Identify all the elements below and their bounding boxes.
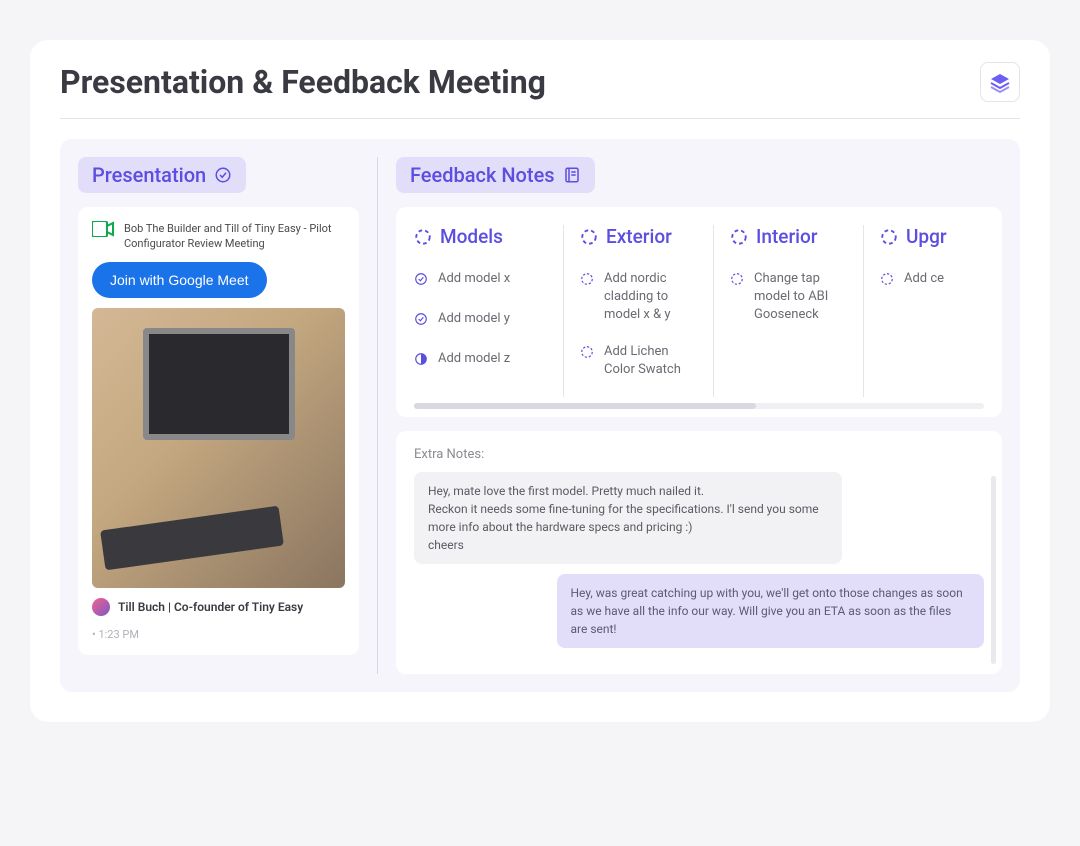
presentation-pill: Presentation [78, 157, 246, 193]
kanban-column: Interior Change tap model to ABI Goosenec… [714, 225, 864, 397]
stack-icon [988, 70, 1012, 94]
header: Presentation & Feedback Meeting [60, 62, 1020, 119]
column-header: Interior [730, 225, 847, 248]
pill-label: Feedback Notes [410, 163, 555, 187]
author-name: Till Buch | Co-founder of Tiny Easy [118, 600, 303, 614]
dashed-circle-icon [880, 270, 894, 292]
check-circle-icon [414, 270, 428, 292]
dashed-circle-icon [730, 270, 744, 292]
kanban-board: Models Add model x Add model y Add model z E… [396, 207, 1002, 417]
pill-label: Presentation [92, 163, 206, 187]
column-title: Exterior [606, 225, 672, 248]
app-icon-button[interactable] [980, 62, 1020, 102]
author-row: Till Buch | Co-founder of Tiny Easy [92, 598, 345, 616]
half-circle-icon [414, 350, 428, 372]
task-text: Add model x [438, 270, 510, 288]
task-text: Add Lichen Color Swatch [604, 343, 697, 379]
kanban-column: Exterior Add nordic cladding to model x &… [564, 225, 714, 397]
notes-icon [563, 166, 581, 184]
message-incoming: Hey, mate love the first model. Pretty m… [414, 472, 842, 564]
task-text: Add nordic cladding to model x & y [604, 270, 697, 325]
dashed-circle-icon [414, 228, 432, 246]
avatar [92, 598, 110, 616]
task-item[interactable]: Add ce [880, 270, 998, 292]
column-title: Interior [756, 225, 818, 248]
meeting-card: Bob The Builder and Till of Tiny Easy - … [78, 207, 359, 655]
task-item[interactable]: Add nordic cladding to model x & y [580, 270, 697, 325]
main-panel: Presentation Bob The Builder and Till of… [60, 139, 1020, 692]
column-header: Exterior [580, 225, 697, 248]
column-title: Upgr [906, 225, 947, 248]
horizontal-scrollbar[interactable] [414, 403, 984, 409]
vertical-scrollbar[interactable] [991, 476, 996, 664]
feedback-column: Feedback Notes Models Add model x Add mode… [378, 157, 1002, 674]
message-outgoing: Hey, was great catching up with you, we'… [557, 574, 985, 648]
task-text: Add ce [904, 270, 944, 288]
feedback-pill: Feedback Notes [396, 157, 595, 193]
meeting-header: Bob The Builder and Till of Tiny Easy - … [92, 221, 345, 252]
task-text: Add model z [438, 350, 510, 368]
task-item[interactable]: Add model x [414, 270, 547, 292]
kanban-column: Upgr Add ce [864, 225, 1002, 397]
main-card: Presentation & Feedback Meeting Presenta… [30, 40, 1050, 722]
task-item[interactable]: Add Lichen Color Swatch [580, 343, 697, 379]
task-text: Change tap model to ABI Gooseneck [754, 270, 847, 325]
join-meet-button[interactable]: Join with Google Meet [92, 262, 267, 298]
page-title: Presentation & Feedback Meeting [60, 63, 546, 101]
notes-label: Extra Notes: [414, 447, 984, 462]
timestamp: 1:23 PM [92, 628, 345, 641]
presentation-column: Presentation Bob The Builder and Till of… [78, 157, 378, 674]
meeting-title: Bob The Builder and Till of Tiny Easy - … [124, 221, 345, 252]
dashed-circle-icon [880, 228, 898, 246]
column-title: Models [440, 225, 503, 248]
notes-card: Extra Notes: Hey, mate love the first mo… [396, 431, 1002, 674]
task-item[interactable]: Add model y [414, 310, 547, 332]
messages-list: Hey, mate love the first model. Pretty m… [414, 472, 984, 648]
dashed-circle-icon [730, 228, 748, 246]
column-header: Upgr [880, 225, 998, 248]
task-item[interactable]: Change tap model to ABI Gooseneck [730, 270, 847, 325]
dashed-circle-icon [580, 270, 594, 292]
task-text: Add model y [438, 310, 510, 328]
dashed-circle-icon [580, 343, 594, 365]
column-header: Models [414, 225, 547, 248]
dashed-circle-icon [580, 228, 598, 246]
meeting-preview-image [92, 308, 345, 588]
video-camera-icon [92, 221, 114, 237]
kanban-column: Models Add model x Add model y Add model z [414, 225, 564, 397]
check-circle-icon [214, 166, 232, 184]
check-circle-icon [414, 310, 428, 332]
task-item[interactable]: Add model z [414, 350, 547, 372]
kanban-columns[interactable]: Models Add model x Add model y Add model z E… [414, 225, 984, 397]
